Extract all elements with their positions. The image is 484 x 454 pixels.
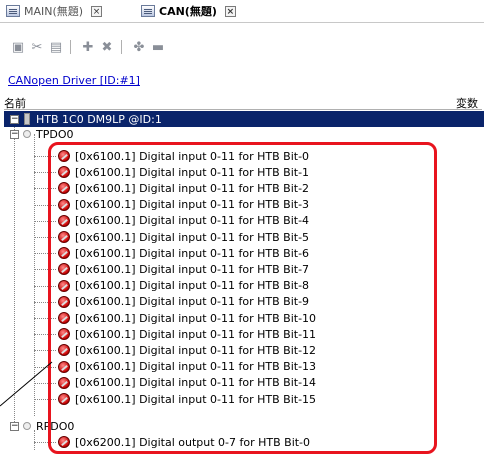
callout-line xyxy=(0,361,53,407)
driver-link[interactable]: CANopen Driver [ID:#1] xyxy=(8,74,140,87)
add-node-icon[interactable]: ▣ xyxy=(10,39,26,55)
toolbar-separator xyxy=(70,40,71,54)
tpdo-group-label: TPDO0 xyxy=(36,127,74,141)
pdo-group-icon xyxy=(23,422,31,430)
close-tab-icon[interactable]: × xyxy=(91,5,103,17)
variable-column-header[interactable]: 変数 xyxy=(456,95,478,111)
delete-node-icon[interactable]: ✚ xyxy=(80,39,96,55)
pdo-group-icon xyxy=(23,130,31,138)
tab-bar: MAIN(無題) × CAN(無題) × xyxy=(0,0,484,23)
list-window-icon xyxy=(6,5,20,17)
device-node-label: HTB 1C0 DM9LP @ID:1 xyxy=(36,112,162,126)
tab-main[interactable]: MAIN(無題) × xyxy=(2,2,103,20)
list-window-icon xyxy=(141,5,155,17)
close-icon[interactable]: ✖ xyxy=(99,39,115,55)
collapse-icon[interactable]: − xyxy=(10,114,19,124)
collapse-icon[interactable]: − xyxy=(10,421,19,431)
tab-can-label: CAN(無題) xyxy=(159,5,217,18)
close-tab-icon[interactable]: × xyxy=(224,5,236,17)
name-column-header[interactable]: 名前 xyxy=(4,95,26,111)
tpdo-group[interactable]: − TPDO0 xyxy=(10,126,73,142)
highlight-frame xyxy=(48,142,437,454)
settings-icon[interactable]: ✤ xyxy=(131,39,147,55)
collapse-icon[interactable]: − xyxy=(10,129,19,139)
paste-icon[interactable]: ▤ xyxy=(48,39,64,55)
device-icon xyxy=(24,113,30,125)
tab-main-label: MAIN(無題) xyxy=(24,5,84,18)
column-header: 名前 変数 xyxy=(4,95,482,110)
tab-can[interactable]: CAN(無題) × xyxy=(137,2,236,20)
monitor-icon[interactable]: ▬ xyxy=(150,39,166,55)
toolbar-separator xyxy=(121,40,122,54)
cut-icon[interactable]: ✂ xyxy=(29,39,45,55)
toolbar: ▣ ✂ ▤ ✚ ✖ ✤ ▬ xyxy=(0,37,484,57)
device-node[interactable]: − HTB 1C0 DM9LP @ID:1 xyxy=(4,111,484,127)
